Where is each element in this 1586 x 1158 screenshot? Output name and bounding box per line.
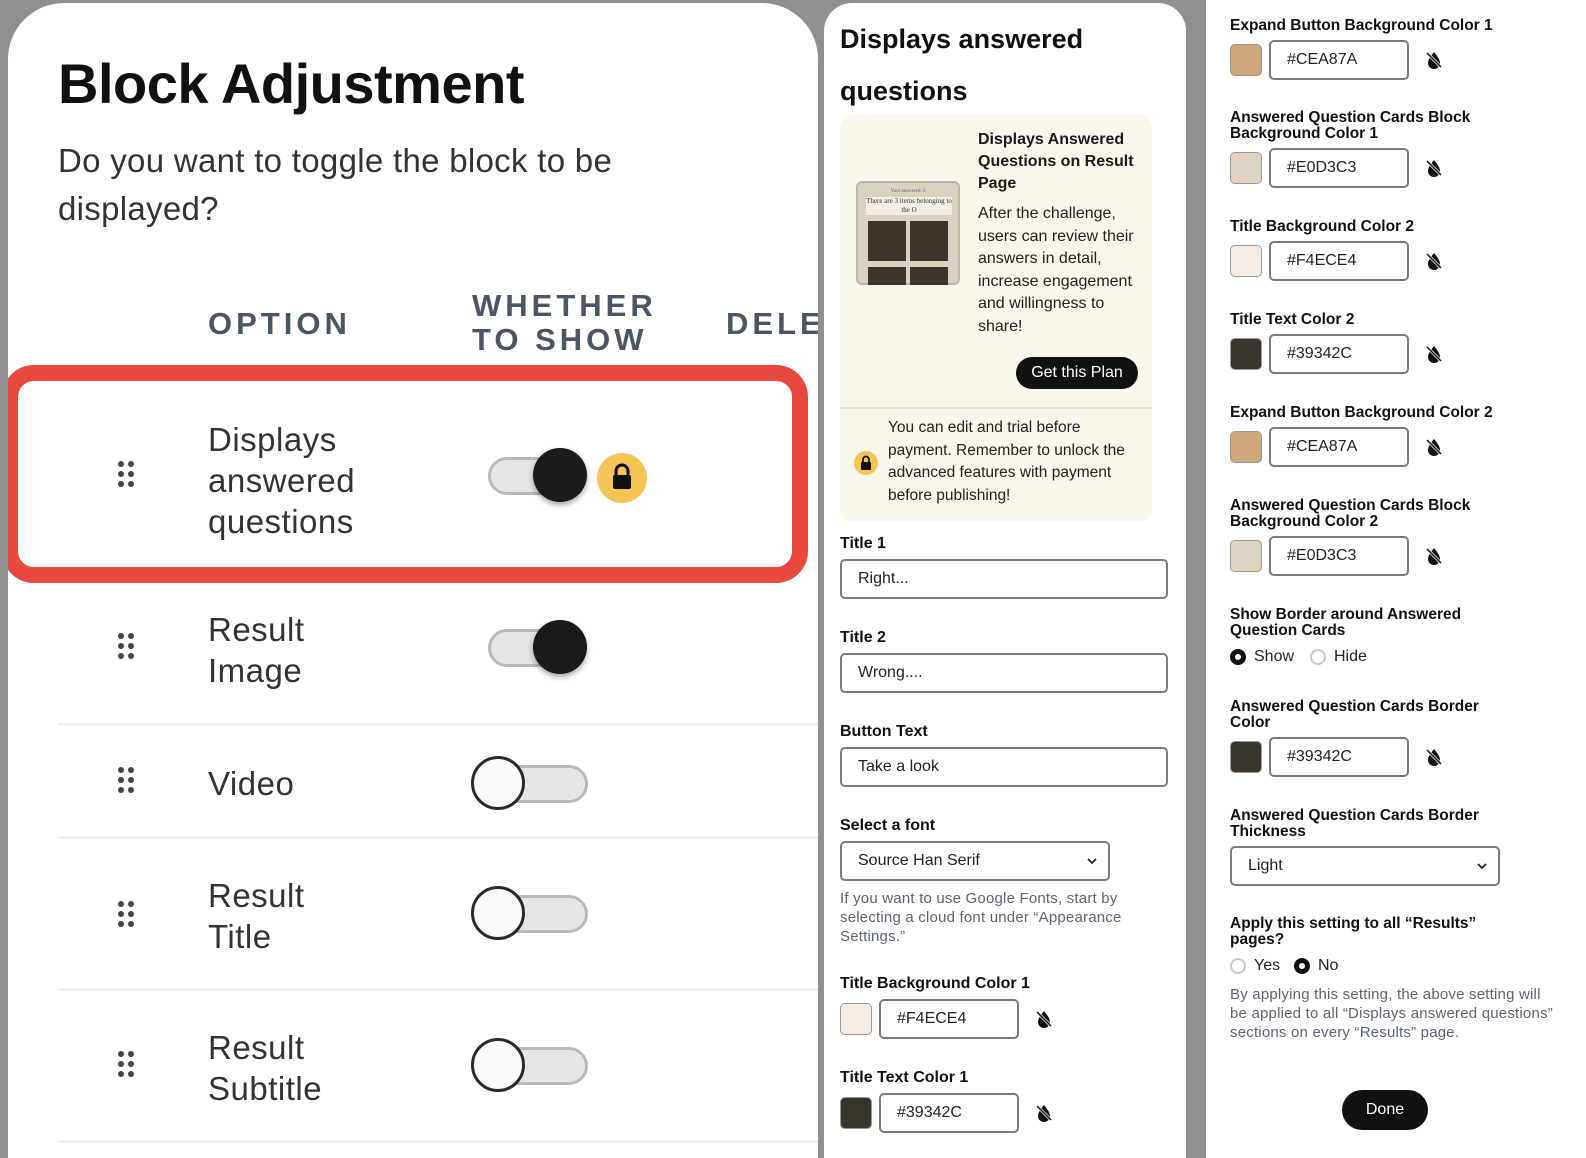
show-border-radio-show[interactable] — [1230, 649, 1246, 665]
no-color-icon[interactable] — [1034, 1009, 1054, 1029]
upgrade-promo-card: Your answered: 3 There are 3 items belon… — [840, 115, 1152, 521]
button-text-label: Button Text — [840, 723, 928, 740]
table-row: Video — [8, 727, 818, 837]
show-border-label: Show Border around Answered Question Car… — [1230, 606, 1462, 639]
title2-input[interactable]: Wrong.... — [840, 653, 1168, 693]
option-label: Result Subtitle — [208, 1029, 323, 1107]
show-border-radio-hide[interactable] — [1310, 649, 1326, 665]
column-header-whether-to-show: WHETHER TO SHOW — [472, 288, 657, 357]
page-subtitle: Do you want to toggle the block to be di… — [58, 142, 613, 227]
radio-label: Show — [1254, 648, 1295, 665]
button-text-input[interactable]: Take a look — [840, 747, 1168, 787]
font-select-value: Source Han Serif — [858, 852, 980, 869]
no-color-icon[interactable] — [1424, 747, 1444, 767]
title-bg1-input[interactable]: #F4ECE4 — [879, 999, 1019, 1039]
expand-bg1-label: Expand Button Background Color 1 — [1230, 17, 1493, 34]
color-swatch[interactable] — [1230, 152, 1262, 184]
no-color-icon[interactable] — [1034, 1103, 1054, 1123]
no-color-icon[interactable] — [1424, 158, 1444, 178]
get-plan-button[interactable]: Get this Plan — [1016, 357, 1138, 389]
block-adjustment-panel: Block Adjustment Do you want to toggle t… — [8, 3, 818, 1158]
thumb-kicker: Your answered: 3 — [890, 189, 926, 194]
title-bg2-input[interactable]: #F4ECE4 — [1269, 241, 1409, 281]
border-thickness-value: Light — [1248, 857, 1283, 874]
option-label: Result Title — [208, 877, 305, 955]
apply-all-radio-yes[interactable] — [1230, 958, 1246, 974]
promo-description: After the challenge, users can review th… — [978, 205, 1134, 335]
column-header-option: OPTION — [208, 306, 351, 341]
border-color-input[interactable]: #39342C — [1269, 737, 1409, 777]
radio-label: Hide — [1334, 648, 1367, 665]
apply-all-hint: By applying this setting, the above sett… — [1230, 986, 1553, 1041]
option-label: Video — [208, 765, 295, 802]
selected-row-highlight — [8, 365, 808, 583]
font-select[interactable]: Source Han Serif — [840, 841, 1110, 881]
promo-note: You can edit and trial before payment. R… — [888, 419, 1125, 504]
drag-handle-icon[interactable] — [118, 633, 134, 659]
settings-panel-continued: Expand Button Background Color 1 #CEA87A… — [1206, 0, 1586, 1158]
table-row: Result Image — [8, 599, 818, 719]
color-swatch[interactable] — [1230, 741, 1262, 773]
show-toggle[interactable] — [471, 886, 588, 940]
no-color-icon[interactable] — [1424, 344, 1444, 364]
no-color-icon[interactable] — [1424, 251, 1444, 271]
no-color-icon[interactable] — [1424, 50, 1444, 70]
color-swatch[interactable] — [840, 1003, 872, 1035]
no-color-icon[interactable] — [1424, 437, 1444, 457]
show-toggle[interactable] — [471, 756, 588, 810]
title-text1-label: Title Text Color 1 — [840, 1069, 969, 1086]
settings-panel: Displays answered questions Your answere… — [824, 3, 1186, 1158]
show-toggle[interactable] — [471, 1038, 588, 1092]
radio-label: Yes — [1254, 957, 1281, 974]
chevron-down-icon — [1477, 863, 1487, 870]
settings-heading: Displays answered questions — [840, 24, 1084, 106]
title-bg2-label: Title Background Color 2 — [1230, 218, 1415, 235]
title1-label: Title 1 — [840, 535, 886, 552]
promo-title: Displays Answered Questions on Result Pa… — [978, 131, 1134, 192]
color-swatch[interactable] — [1230, 245, 1262, 277]
title-text2-input[interactable]: #39342C — [1269, 334, 1409, 374]
cards-bg1-label: Answered Question Cards Block Background… — [1230, 109, 1471, 142]
expand-bg2-label: Expand Button Background Color 2 — [1230, 404, 1493, 421]
font-hint: If you want to use Google Fonts, start b… — [840, 890, 1122, 945]
border-thickness-label: Answered Question Cards Border Thickness — [1230, 807, 1479, 840]
drag-handle-icon[interactable] — [118, 767, 134, 793]
font-select-label: Select a font — [840, 817, 936, 834]
apply-all-radio-no[interactable] — [1294, 958, 1310, 974]
title2-label: Title 2 — [840, 629, 886, 646]
expand-bg2-input[interactable]: #CEA87A — [1269, 427, 1409, 467]
preview-thumbnail: Your answered: 3 There are 3 items belon… — [856, 181, 960, 285]
no-color-icon[interactable] — [1424, 546, 1444, 566]
color-swatch[interactable] — [1230, 338, 1262, 370]
title-text2-label: Title Text Color 2 — [1230, 311, 1355, 328]
page-title: Block Adjustment — [58, 52, 524, 115]
border-thickness-select[interactable]: Light — [1230, 846, 1500, 886]
thumb-heading: There are 3 items belonging to the O — [866, 197, 952, 215]
color-swatch[interactable] — [1230, 44, 1262, 76]
drag-handle-icon[interactable] — [118, 901, 134, 927]
color-swatch[interactable] — [840, 1097, 872, 1129]
option-label: Result Image — [208, 611, 305, 689]
table-row: Result Title — [8, 839, 818, 989]
lock-icon — [854, 451, 878, 475]
cards-bg2-input[interactable]: #E0D3C3 — [1269, 536, 1409, 576]
done-button[interactable]: Done — [1342, 1090, 1428, 1130]
apply-all-label: Apply this setting to all “Results” page… — [1230, 915, 1477, 948]
border-color-label: Answered Question Cards Border Color — [1230, 698, 1479, 731]
radio-label: No — [1318, 957, 1339, 974]
table-row: Result Subtitle — [8, 991, 818, 1141]
title-bg1-label: Title Background Color 1 — [840, 975, 1030, 992]
show-toggle[interactable] — [488, 620, 587, 674]
chevron-down-icon — [1087, 858, 1097, 865]
cards-bg1-input[interactable]: #E0D3C3 — [1269, 148, 1409, 188]
expand-bg1-input[interactable]: #CEA87A — [1269, 40, 1409, 80]
title-text1-input[interactable]: #39342C — [879, 1093, 1019, 1133]
drag-handle-icon[interactable] — [118, 1051, 134, 1077]
column-header-delete: DELE — [726, 306, 818, 341]
cards-bg2-label: Answered Question Cards Block Background… — [1230, 497, 1471, 530]
color-swatch[interactable] — [1230, 540, 1262, 572]
color-swatch[interactable] — [1230, 431, 1262, 463]
title1-input[interactable]: Right... — [840, 559, 1168, 599]
